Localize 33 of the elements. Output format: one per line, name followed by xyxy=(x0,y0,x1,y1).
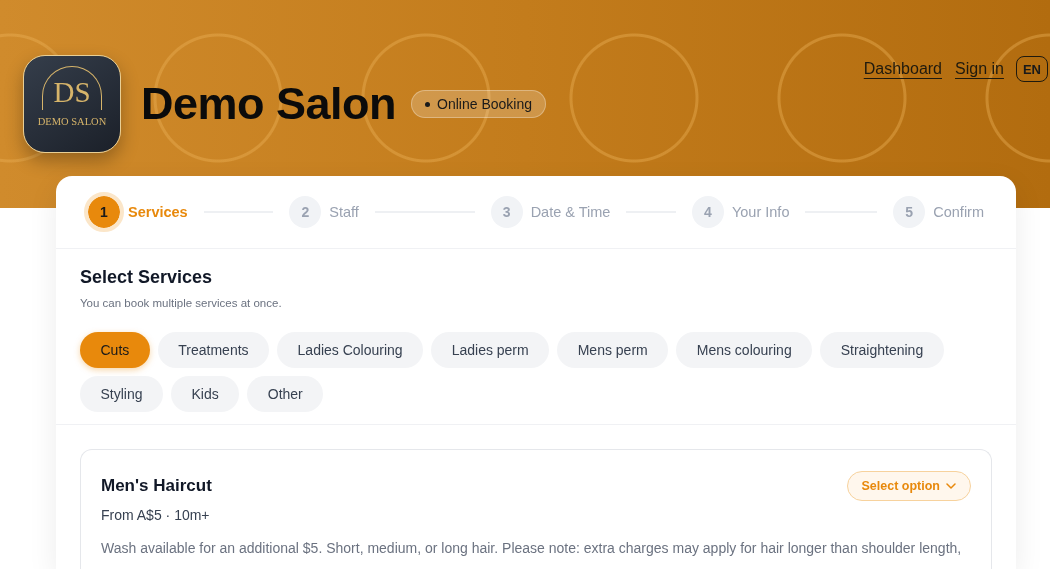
category-chip[interactable]: Other xyxy=(247,376,324,412)
badge-label: Online Booking xyxy=(437,96,532,112)
step-label: Your Info xyxy=(731,204,790,220)
step-number: 2 xyxy=(289,196,322,228)
category-chip[interactable]: Treatments xyxy=(157,332,270,368)
section-title: Select Services xyxy=(80,266,214,289)
status-dot-icon xyxy=(425,101,431,107)
step-label: Confirm xyxy=(933,204,984,220)
step-number: 1 xyxy=(84,192,124,232)
category-chip[interactable]: Cuts xyxy=(80,332,150,368)
nav-link[interactable]: Dashboard xyxy=(863,60,942,78)
step-label: Staff xyxy=(329,204,359,220)
nav-link[interactable]: Sign in xyxy=(955,60,1004,78)
section-subtitle: You can book multiple services at once. xyxy=(80,296,283,311)
step-label: Services xyxy=(128,204,188,220)
service-meta: From A$5 · 10m+ xyxy=(101,506,211,525)
service-name: Men's Haircut xyxy=(101,475,212,497)
step-number: 5 xyxy=(893,196,926,228)
category-chip[interactable]: Mens perm xyxy=(557,332,669,368)
step-number: 3 xyxy=(490,196,523,228)
category-chip[interactable]: Straightening xyxy=(820,332,944,368)
logo-caption: DEMO SALON xyxy=(37,116,107,128)
salon-name: Demo Salon xyxy=(141,78,397,130)
service-description: Wash available for an additional $5. Short, medium, or long hair. Please note: extra charges may apply for hair longer than shoulder length, xyxy=(101,539,963,558)
step-label: Date & Time xyxy=(530,204,611,220)
category-chip[interactable]: Mens colouring xyxy=(676,332,813,368)
category-chip[interactable]: Ladies Colouring xyxy=(277,332,424,368)
language-button[interactable]: EN xyxy=(1015,56,1048,82)
category-chip[interactable]: Ladies perm xyxy=(431,332,550,368)
category-chip[interactable]: Kids xyxy=(171,376,240,412)
step-number: 4 xyxy=(691,196,724,228)
category-chip[interactable]: Styling xyxy=(80,376,164,412)
chevron-down-icon xyxy=(946,483,956,489)
